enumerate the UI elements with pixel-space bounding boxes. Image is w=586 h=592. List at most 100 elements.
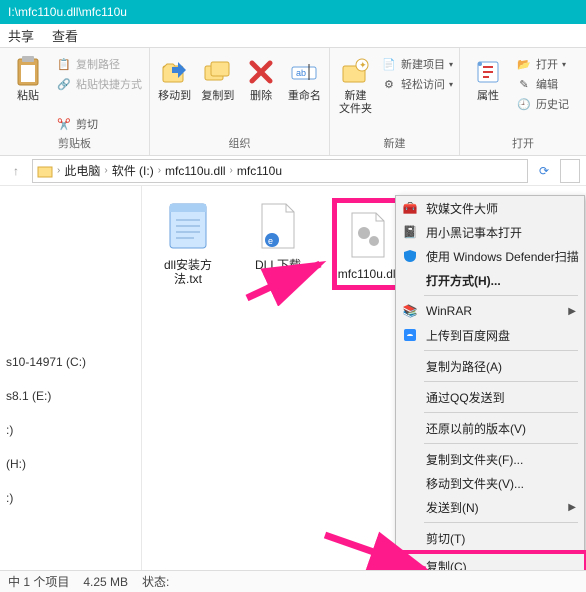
svg-text:ab: ab — [296, 68, 306, 78]
breadcrumb[interactable]: › 此电脑 › 软件 (I:) › mfc110u.dll › mfc110u — [32, 159, 528, 183]
ctx-qq-send[interactable]: 通过QQ发送到 — [396, 385, 584, 409]
new-item-icon: 📄 — [381, 56, 397, 72]
chevron-right-icon[interactable]: › — [104, 165, 107, 176]
ctx-baidu[interactable]: 上传到百度网盘 — [396, 323, 584, 347]
easy-access-icon: ⚙ — [381, 76, 397, 92]
ctx-open-with[interactable]: 打开方式(H)... — [396, 268, 584, 292]
rename-icon: ab — [288, 56, 320, 88]
context-menu: 🧰 软媒文件大师 📓 用小黑记事本打开 使用 Windows Defender扫… — [395, 195, 585, 583]
easy-access-button[interactable]: ⚙ 轻松访问 ▾ — [381, 76, 453, 92]
group-label-organize: 组织 — [156, 135, 323, 153]
ctx-copy-path[interactable]: 复制为路径(A) — [396, 354, 584, 378]
ctx-separator — [424, 295, 578, 296]
edit-button[interactable]: ✎ 编辑 — [516, 76, 569, 92]
app-icon: 🧰 — [402, 200, 418, 216]
chevron-down-icon: ▾ — [449, 60, 453, 69]
ctx-move-to-folder[interactable]: 移动到文件夹(V)... — [396, 471, 584, 495]
tree-item[interactable]: :) — [4, 488, 137, 508]
ctx-restore-version[interactable]: 还原以前的版本(V) — [396, 416, 584, 440]
tree-item[interactable]: :) — [4, 420, 137, 440]
open-icon: 📂 — [516, 56, 532, 72]
tree-item[interactable]: s10-14971 (C:) — [4, 352, 137, 372]
chevron-down-icon: ▾ — [449, 80, 453, 89]
file-label: dll安装方法.txt — [152, 258, 224, 286]
cloud-icon — [402, 327, 418, 343]
status-state-label: 状态: — [142, 573, 169, 590]
group-label-new: 新建 — [336, 135, 453, 153]
crumb-pc[interactable]: 此电脑 — [64, 162, 100, 179]
status-bar: 中 1 个项目 4.25 MB 状态: — [0, 570, 586, 592]
tree-item[interactable]: s8.1 (E:) — [4, 386, 137, 406]
ctx-separator — [424, 522, 578, 523]
ctx-cut[interactable]: 剪切(T) — [396, 526, 584, 550]
file-item-url[interactable]: e DLL下载 — [242, 198, 314, 272]
status-selection: 中 1 个项目 — [8, 573, 69, 590]
ctx-ruanmei[interactable]: 🧰 软媒文件大师 — [396, 196, 584, 220]
ctx-send-to[interactable]: 发送到(N) ▶ — [396, 495, 584, 519]
ctx-defender[interactable]: 使用 Windows Defender扫描 — [396, 244, 584, 268]
history-icon: 🕘 — [516, 96, 532, 112]
scissors-icon: ✂️ — [56, 116, 72, 132]
history-button[interactable]: 🕘 历史记 — [516, 96, 569, 112]
title-path: I:\mfc110u.dll\mfc110u — [8, 5, 127, 19]
ctx-separator — [424, 381, 578, 382]
tab-view[interactable]: 查看 — [52, 26, 78, 45]
chevron-right-icon: ▶ — [568, 306, 576, 317]
shield-icon — [402, 248, 418, 264]
paste-shortcut-button[interactable]: 🔗 粘贴快捷方式 — [56, 76, 142, 92]
dll-file-icon — [340, 207, 396, 263]
chevron-right-icon[interactable]: › — [57, 165, 60, 176]
copy-to-button[interactable]: 复制到 — [199, 52, 236, 103]
chevron-right-icon[interactable]: › — [158, 165, 161, 176]
paste-button[interactable]: 粘贴 — [6, 52, 50, 103]
new-folder-button[interactable]: ✦ 新建 文件夹 — [336, 52, 375, 116]
group-label-clipboard: 剪贴板 — [6, 135, 143, 153]
ctx-separator — [424, 443, 578, 444]
ribbon-tabs: 共享 查看 — [0, 24, 586, 48]
ctx-winrar[interactable]: 📚 WinRAR ▶ — [396, 299, 584, 323]
shortcut-icon: 🔗 — [56, 76, 72, 92]
window-titlebar: I:\mfc110u.dll\mfc110u — [0, 0, 586, 24]
file-label: DLL下载 — [255, 258, 301, 272]
copy-path-button[interactable]: 📋 复制路径 — [56, 56, 142, 72]
copy-to-icon — [202, 56, 234, 88]
crumb-drive[interactable]: 软件 (I:) — [112, 162, 154, 179]
winrar-icon: 📚 — [402, 303, 418, 319]
file-label: mfc110u.dll — [338, 267, 398, 281]
notepad-icon — [160, 198, 216, 254]
tab-share[interactable]: 共享 — [8, 26, 34, 45]
crumb-folder2[interactable]: mfc110u — [237, 164, 282, 178]
delete-button[interactable]: 删除 — [243, 52, 280, 103]
move-icon — [159, 56, 191, 88]
path-icon: 📋 — [56, 56, 72, 72]
open-button[interactable]: 📂 打开 ▾ — [516, 56, 569, 72]
ribbon: 粘贴 📋 复制路径 🔗 粘贴快捷方式 ✂️ 剪切 剪贴板 — [0, 48, 586, 156]
svg-text:✦: ✦ — [359, 60, 367, 70]
nav-tree[interactable]: s10-14971 (C:) s8.1 (E:) :) (H:) :) — [0, 186, 142, 570]
clipboard-icon — [12, 56, 44, 88]
rename-button[interactable]: ab 重命名 — [286, 52, 323, 103]
status-size: 4.25 MB — [83, 575, 128, 589]
properties-button[interactable]: 属性 — [466, 52, 510, 103]
ctx-copy-to-folder[interactable]: 复制到文件夹(F)... — [396, 447, 584, 471]
ctx-separator — [424, 412, 578, 413]
cut-button[interactable]: ✂️ 剪切 — [56, 116, 142, 132]
file-item-txt[interactable]: dll安装方法.txt — [152, 198, 224, 286]
ctx-blacknote[interactable]: 📓 用小黑记事本打开 — [396, 220, 584, 244]
new-folder-icon: ✦ — [339, 56, 371, 88]
move-to-button[interactable]: 移动到 — [156, 52, 193, 103]
properties-icon — [472, 56, 504, 88]
nav-up-icon[interactable]: ↑ — [6, 161, 26, 181]
new-item-button[interactable]: 📄 新建项目 ▾ — [381, 56, 453, 72]
search-input[interactable] — [560, 159, 580, 183]
chevron-right-icon: ▶ — [568, 502, 576, 513]
address-bar: ↑ › 此电脑 › 软件 (I:) › mfc110u.dll › mfc110… — [0, 156, 586, 186]
delete-icon — [245, 56, 277, 88]
edit-icon: ✎ — [516, 76, 532, 92]
refresh-icon[interactable]: ⟳ — [534, 161, 554, 181]
file-item-dll-selected[interactable]: mfc110u.dll — [332, 198, 404, 290]
ctx-separator — [424, 350, 578, 351]
tree-item[interactable]: (H:) — [4, 454, 137, 474]
crumb-folder1[interactable]: mfc110u.dll — [165, 164, 225, 178]
chevron-right-icon[interactable]: › — [230, 165, 233, 176]
